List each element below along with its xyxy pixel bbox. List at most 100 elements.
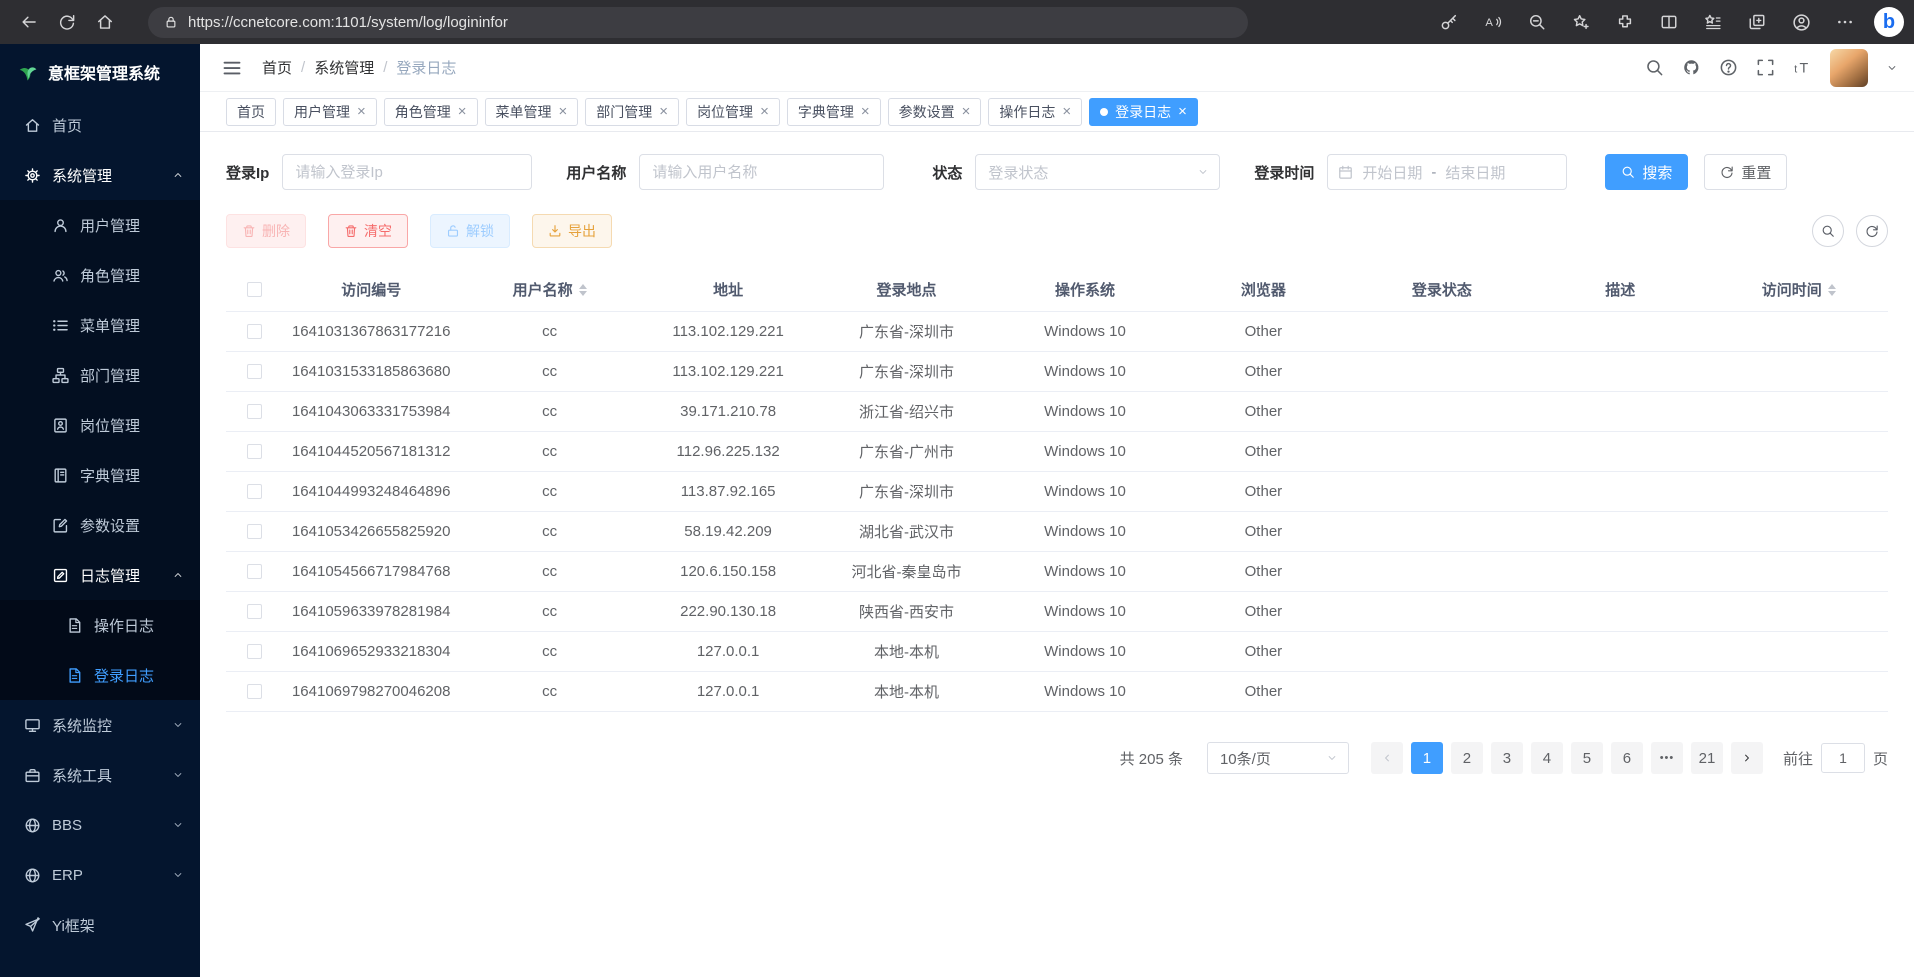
sidebar-item-log-management[interactable]: 日志管理 (0, 550, 200, 600)
close-icon[interactable]: × (962, 104, 971, 119)
date-range-picker[interactable]: 开始日期 - 结束日期 (1327, 154, 1567, 190)
avatar-dropdown-icon[interactable] (1886, 62, 1898, 74)
page-size-select[interactable]: 10条/页 (1207, 742, 1349, 774)
close-icon[interactable]: × (357, 104, 366, 119)
tab-user-management[interactable]: 用户管理× (283, 98, 377, 126)
row-checkbox[interactable] (247, 564, 262, 579)
user-name-input[interactable] (639, 154, 884, 190)
row-checkbox[interactable] (247, 404, 262, 419)
sidebar-item-home[interactable]: 首页 (0, 100, 200, 150)
sidebar-item-dept-management[interactable]: 部门管理 (0, 350, 200, 400)
close-icon[interactable]: × (559, 104, 568, 119)
row-checkbox[interactable] (247, 604, 262, 619)
sort-icon[interactable] (579, 284, 587, 296)
close-icon[interactable]: × (1178, 104, 1187, 119)
login-ip-input[interactable] (282, 154, 532, 190)
tab-operation-log[interactable]: 操作日志× (988, 98, 1082, 126)
sidebar-item-system-management[interactable]: 系统管理 (0, 150, 200, 200)
zoom-out-button[interactable] (1518, 3, 1556, 41)
tab-dept-management[interactable]: 部门管理× (585, 98, 679, 126)
row-checkbox[interactable] (247, 444, 262, 459)
page-button-2[interactable]: 2 (1451, 742, 1483, 774)
sidebar-item-dict-management[interactable]: 字典管理 (0, 450, 200, 500)
sidebar-item-system-monitor[interactable]: 系统监控 (0, 700, 200, 750)
page-button-1[interactable]: 1 (1411, 742, 1443, 774)
tab-post-management[interactable]: 岗位管理× (686, 98, 780, 126)
collapse-sidebar-button[interactable] (222, 58, 242, 78)
sidebar-item-bbs[interactable]: BBS (0, 800, 200, 850)
row-checkbox[interactable] (247, 324, 262, 339)
delete-button[interactable]: 删除 (226, 214, 306, 248)
browser-refresh-button[interactable] (48, 3, 86, 41)
tab-login-log[interactable]: 登录日志× (1089, 98, 1198, 126)
header-search-icon[interactable] (1645, 58, 1664, 77)
tab-param-settings[interactable]: 参数设置× (888, 98, 982, 126)
sidebar-item-operation-log[interactable]: 操作日志 (0, 600, 200, 650)
close-icon[interactable]: × (861, 104, 870, 119)
sidebar-item-yi-framework[interactable]: Yi框架 (0, 900, 200, 950)
sidebar-item-login-log[interactable]: 登录日志 (0, 650, 200, 700)
split-screen-button[interactable] (1650, 3, 1688, 41)
export-button[interactable]: 导出 (532, 214, 612, 248)
bing-chat-button[interactable]: b (1874, 7, 1904, 37)
page-button-4[interactable]: 4 (1531, 742, 1563, 774)
sidebar-item-menu-management[interactable]: 菜单管理 (0, 300, 200, 350)
row-checkbox[interactable] (247, 684, 262, 699)
toggle-search-button[interactable] (1812, 215, 1844, 247)
next-page-button[interactable] (1731, 742, 1763, 774)
clear-button[interactable]: 清空 (328, 214, 408, 248)
column-header-1[interactable]: 用户名称 (460, 279, 638, 300)
status-select[interactable]: 登录状态 (975, 154, 1220, 190)
extensions-button[interactable] (1606, 3, 1644, 41)
tab-menu-management[interactable]: 菜单管理× (485, 98, 579, 126)
sort-icon[interactable] (1828, 284, 1836, 296)
read-aloud-button[interactable]: A (1474, 3, 1512, 41)
page-button-6[interactable]: 6 (1611, 742, 1643, 774)
address-bar[interactable]: https://ccnetcore.com:1101/system/log/lo… (148, 7, 1248, 38)
reset-button[interactable]: 重置 (1704, 154, 1787, 190)
tab-role-management[interactable]: 角色管理× (384, 98, 478, 126)
refresh-table-button[interactable] (1856, 215, 1888, 247)
column-header-8[interactable]: 访问时间 (1710, 279, 1888, 300)
browser-home-button[interactable] (86, 3, 124, 41)
sidebar-item-erp[interactable]: ERP (0, 850, 200, 900)
page-button-21[interactable]: 21 (1691, 742, 1723, 774)
close-icon[interactable]: × (659, 104, 668, 119)
browser-profile-button[interactable] (1782, 3, 1820, 41)
tab-home[interactable]: 首页 (226, 98, 276, 126)
breadcrumb-item[interactable]: 首页 (262, 57, 292, 78)
row-checkbox[interactable] (247, 524, 262, 539)
search-button[interactable]: 搜索 (1605, 154, 1688, 190)
sidebar-item-param-settings[interactable]: 参数设置 (0, 500, 200, 550)
goto-page-input[interactable] (1821, 743, 1865, 773)
unlock-button[interactable]: 解锁 (430, 214, 510, 248)
browser-menu-button[interactable] (1826, 3, 1864, 41)
page-button-3[interactable]: 3 (1491, 742, 1523, 774)
collections-button[interactable] (1738, 3, 1776, 41)
github-icon[interactable] (1682, 58, 1701, 77)
page-button-5[interactable]: 5 (1571, 742, 1603, 774)
prev-page-button[interactable] (1371, 742, 1403, 774)
help-icon[interactable] (1719, 58, 1738, 77)
row-checkbox[interactable] (247, 364, 262, 379)
browser-back-button[interactable] (10, 3, 48, 41)
row-checkbox[interactable] (247, 644, 262, 659)
sidebar-item-post-management[interactable]: 岗位管理 (0, 400, 200, 450)
add-favorite-button[interactable] (1562, 3, 1600, 41)
tab-dict-management[interactable]: 字典管理× (787, 98, 881, 126)
close-icon[interactable]: × (1062, 104, 1071, 119)
sidebar-item-role-management[interactable]: 角色管理 (0, 250, 200, 300)
password-manager-button[interactable] (1430, 3, 1468, 41)
fullscreen-icon[interactable] (1756, 58, 1775, 77)
more-pages-button[interactable]: ••• (1651, 742, 1683, 774)
close-icon[interactable]: × (458, 104, 467, 119)
breadcrumb-item[interactable]: 系统管理 (314, 57, 374, 78)
user-avatar[interactable] (1830, 49, 1868, 87)
font-size-icon[interactable]: tT (1793, 58, 1812, 77)
sidebar-item-user-management[interactable]: 用户管理 (0, 200, 200, 250)
row-checkbox[interactable] (247, 484, 262, 499)
close-icon[interactable]: × (760, 104, 769, 119)
favorites-bar-button[interactable] (1694, 3, 1732, 41)
select-all-checkbox[interactable] (247, 282, 262, 297)
sidebar-item-system-tools[interactable]: 系统工具 (0, 750, 200, 800)
